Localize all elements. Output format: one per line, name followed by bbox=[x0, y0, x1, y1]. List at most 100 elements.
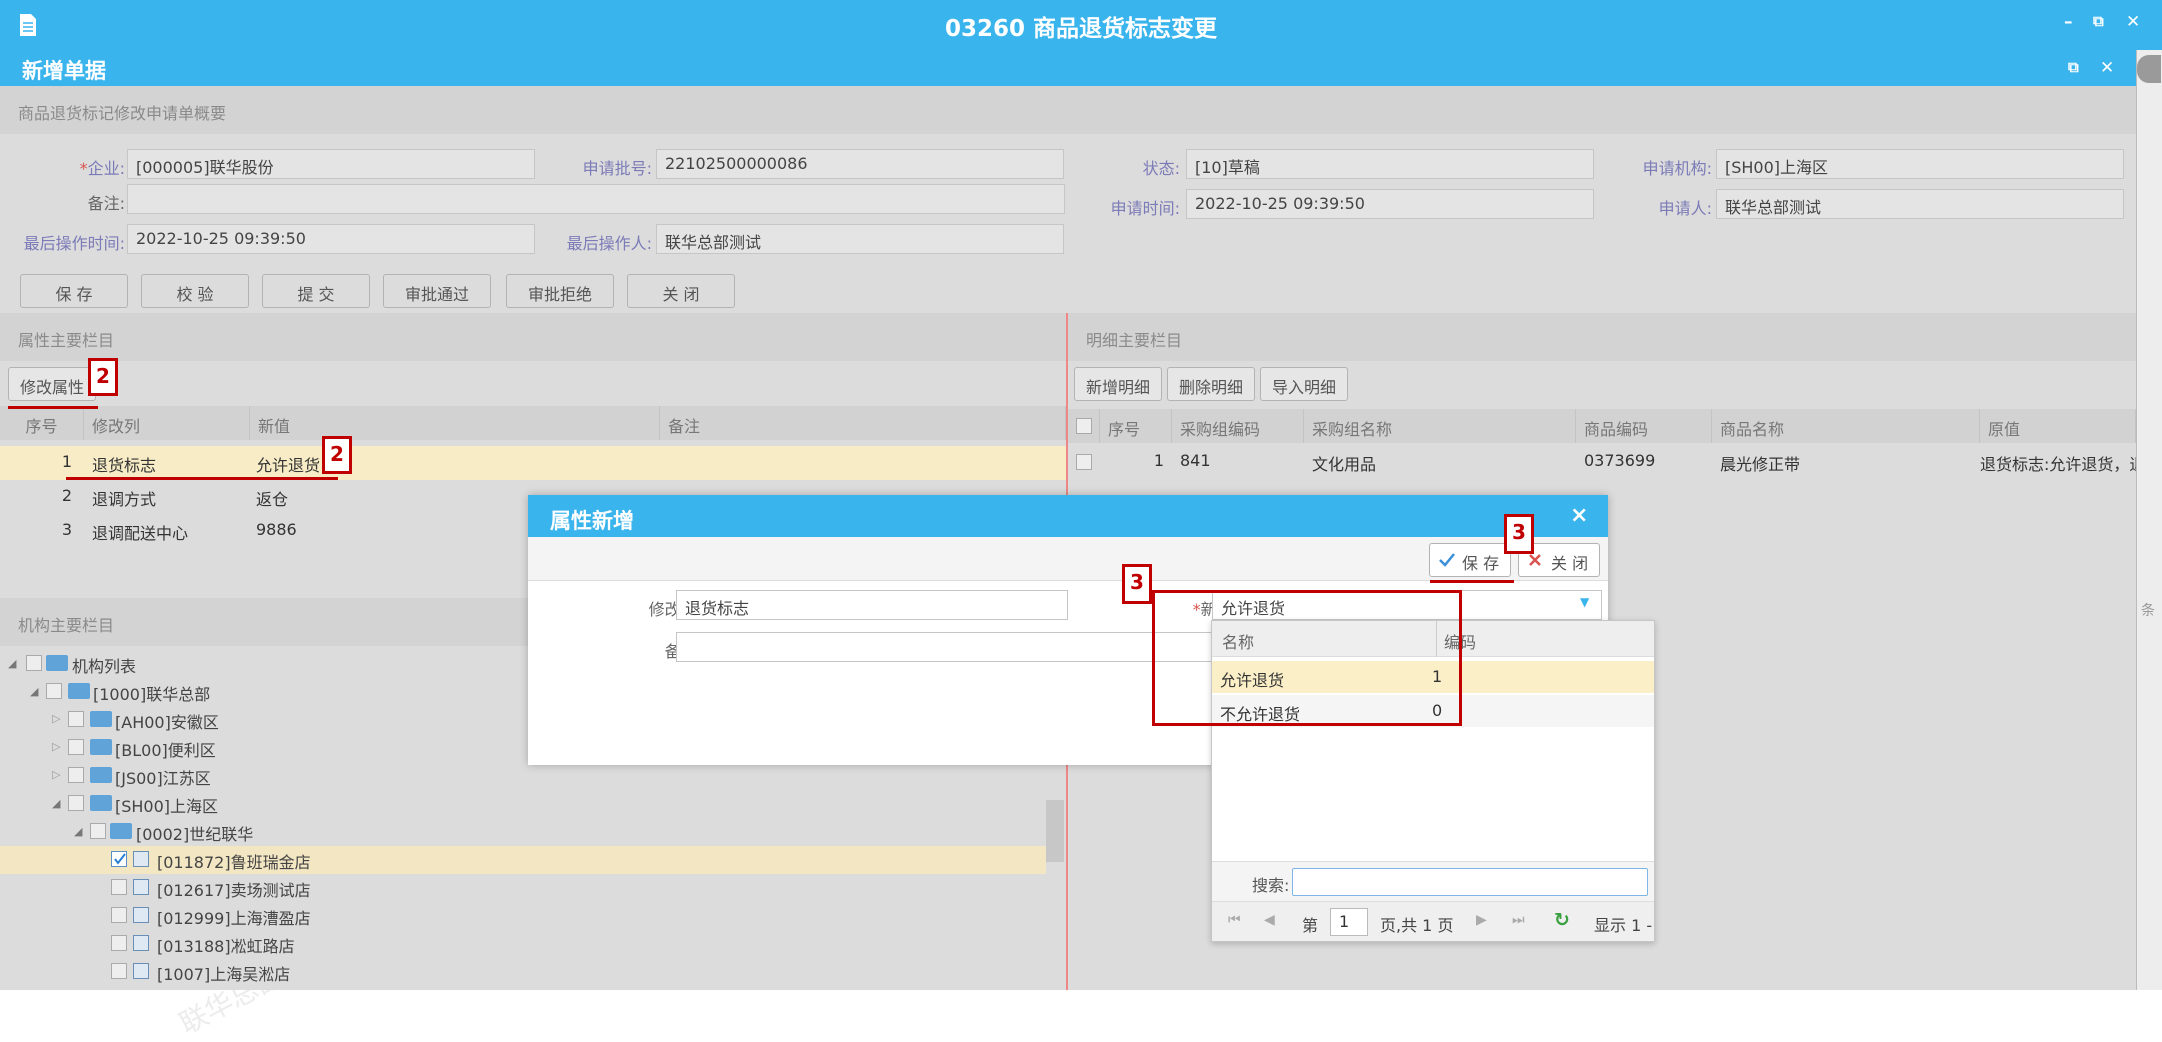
folder-icon bbox=[90, 767, 112, 783]
col-header: 序号 bbox=[1100, 409, 1172, 443]
tree-node[interactable]: [013188]凇虹路店 bbox=[0, 930, 1046, 958]
side-tab-label[interactable]: 条 bbox=[2141, 600, 2155, 620]
remark-field[interactable] bbox=[127, 184, 1065, 214]
subwindow-restore-button[interactable]: ⧉ bbox=[2068, 58, 2079, 76]
tree-label: [AH00]安徽区 bbox=[115, 713, 219, 732]
tree-checkbox[interactable] bbox=[68, 711, 84, 727]
col-header: 修改列 bbox=[84, 406, 250, 440]
tree-checkbox[interactable] bbox=[90, 823, 106, 839]
chevron-down-icon[interactable]: ▼ bbox=[1580, 595, 1589, 609]
refresh-icon[interactable]: ↻ bbox=[1554, 909, 1570, 931]
select-all-checkbox[interactable] bbox=[1076, 418, 1092, 434]
status-field[interactable]: [10]草稿 bbox=[1186, 149, 1594, 179]
row-no: 3 bbox=[61, 520, 72, 539]
table-row[interactable]: 1 841 文化用品 0373699 晨光修正带 退货标志:允许退货，退 bbox=[1068, 445, 2136, 479]
dialog-save-label: 保 存 bbox=[1462, 554, 1500, 573]
attr-table-header: 序号 修改列 新值 备注 bbox=[0, 406, 1066, 440]
expand-icon[interactable]: ◢ bbox=[52, 797, 60, 810]
last-op-time-field[interactable]: 2022-10-25 09:39:50 bbox=[127, 224, 535, 254]
store-icon bbox=[133, 963, 149, 979]
tree-checkbox[interactable] bbox=[111, 879, 127, 895]
applicant-field[interactable]: 联华总部测试 bbox=[1716, 189, 2124, 219]
expand-icon[interactable]: ▷ bbox=[52, 712, 60, 725]
status-label: 状态: bbox=[1142, 159, 1180, 178]
tree-node[interactable]: ▷ [JS00]江苏区 bbox=[0, 762, 1046, 790]
col-header: 备注 bbox=[660, 406, 1066, 440]
window-title: 03260 商品退货标志变更 bbox=[944, 16, 1218, 42]
tree-node[interactable]: [012999]上海漕盈店 bbox=[0, 902, 1046, 930]
dialog-titlebar: 属性新增 bbox=[528, 495, 1608, 537]
tree-checkbox[interactable] bbox=[46, 683, 62, 699]
tree-node[interactable]: [1007]上海吴淞店 bbox=[0, 958, 1046, 986]
tree-node[interactable]: [012617]卖场测试店 bbox=[0, 874, 1046, 902]
restore-button[interactable]: ⧉ bbox=[2093, 12, 2104, 30]
row-val: 9886 bbox=[256, 520, 297, 539]
tree-node[interactable]: ◢ [SH00]上海区 bbox=[0, 790, 1046, 818]
tree-label: [012999]上海漕盈店 bbox=[157, 909, 311, 928]
search-input[interactable] bbox=[1292, 868, 1648, 896]
last-op-user-field[interactable]: 联华总部测试 bbox=[656, 224, 1064, 254]
close-window-button[interactable]: ✕ bbox=[2126, 12, 2140, 32]
batch-field[interactable]: 22102500000086 bbox=[656, 149, 1064, 179]
applicant-label: 申请人: bbox=[1658, 199, 1712, 218]
expand-icon[interactable]: ◢ bbox=[8, 657, 16, 670]
page-input[interactable]: 1 bbox=[1330, 908, 1368, 936]
approve-button[interactable]: 审批通过 bbox=[383, 274, 491, 308]
subwindow-close-button[interactable]: ✕ bbox=[2100, 58, 2114, 78]
expand-icon[interactable]: ◢ bbox=[30, 685, 38, 698]
dropdown-search-bar: 搜索: bbox=[1212, 861, 1654, 901]
next-page-icon[interactable]: ▶ bbox=[1476, 912, 1487, 928]
tree-checkbox[interactable] bbox=[111, 963, 127, 979]
row-checkbox[interactable] bbox=[1076, 454, 1092, 470]
tree-checkbox[interactable] bbox=[111, 935, 127, 951]
dialog-save-button[interactable]: 保 存 bbox=[1429, 543, 1511, 577]
tree-checkbox-checked[interactable] bbox=[111, 851, 127, 867]
batch-label: 申请批号: bbox=[582, 159, 652, 178]
tree-node-selected[interactable]: [011872]鲁班瑞金店 bbox=[0, 846, 1046, 874]
tree-label: [1007]上海吴淞店 bbox=[157, 965, 291, 984]
folder-icon bbox=[90, 739, 112, 755]
annotation-underline bbox=[1430, 580, 1514, 583]
tree-checkbox[interactable] bbox=[111, 907, 127, 923]
dialog-title: 属性新增 bbox=[550, 509, 634, 533]
org-field[interactable]: [SH00]上海区 bbox=[1716, 149, 2124, 179]
submit-button[interactable]: 提 交 bbox=[262, 274, 370, 308]
first-page-icon[interactable]: ⏮ bbox=[1228, 912, 1241, 928]
window-titlebar: 03260 商品退货标志变更 – ⧉ ✕ bbox=[0, 0, 2162, 50]
reject-button[interactable]: 审批拒绝 bbox=[506, 274, 614, 308]
close-button[interactable]: 关 闭 bbox=[627, 274, 735, 308]
table-row[interactable]: 1 退货标志 允许退货 bbox=[0, 446, 1066, 480]
folder-icon bbox=[68, 683, 90, 699]
org-label: 申请机构: bbox=[1642, 159, 1712, 178]
apply-time-field[interactable]: 2022-10-25 09:39:50 bbox=[1186, 189, 1594, 219]
minimize-button[interactable]: – bbox=[2064, 12, 2073, 32]
tree-label: [BL00]便利区 bbox=[115, 741, 216, 760]
row-sku: 0373699 bbox=[1584, 451, 1656, 470]
row-col: 退调配送中心 bbox=[92, 524, 189, 543]
tree-scrollbar[interactable] bbox=[1046, 800, 1064, 862]
save-button[interactable]: 保 存 bbox=[20, 274, 128, 308]
add-detail-button[interactable]: 新增明细 bbox=[1074, 367, 1162, 401]
delete-detail-button[interactable]: 删除明细 bbox=[1167, 367, 1255, 401]
prev-page-icon[interactable]: ◀ bbox=[1264, 912, 1275, 928]
tree-checkbox[interactable] bbox=[68, 795, 84, 811]
last-page-icon[interactable]: ⏭ bbox=[1512, 912, 1525, 928]
tree-checkbox[interactable] bbox=[68, 767, 84, 783]
tree-checkbox[interactable] bbox=[68, 739, 84, 755]
row-orig: 退货标志:允许退货，退 bbox=[1980, 455, 2136, 474]
expand-icon[interactable]: ◢ bbox=[74, 825, 82, 838]
dialog-close-icon[interactable]: × bbox=[1570, 503, 1588, 528]
expand-icon[interactable]: ▷ bbox=[52, 740, 60, 753]
side-handle[interactable] bbox=[2137, 55, 2161, 83]
modify-col-field[interactable]: 退货标志 bbox=[676, 590, 1068, 620]
import-detail-button[interactable]: 导入明细 bbox=[1260, 367, 1348, 401]
tree-node[interactable]: ◢ [0002]世纪联华 bbox=[0, 818, 1046, 846]
row-val: 返仓 bbox=[256, 490, 289, 509]
check-button[interactable]: 校 验 bbox=[141, 274, 249, 308]
detail-section-title: 明细主要栏目 bbox=[1068, 313, 2136, 361]
expand-icon[interactable]: ▷ bbox=[52, 768, 60, 781]
tree-checkbox[interactable] bbox=[26, 655, 42, 671]
company-field[interactable]: [000005]联华股份 bbox=[127, 149, 535, 179]
modify-attr-button[interactable]: 修改属性 bbox=[8, 367, 96, 401]
col-header: 商品名称 bbox=[1712, 409, 1980, 443]
